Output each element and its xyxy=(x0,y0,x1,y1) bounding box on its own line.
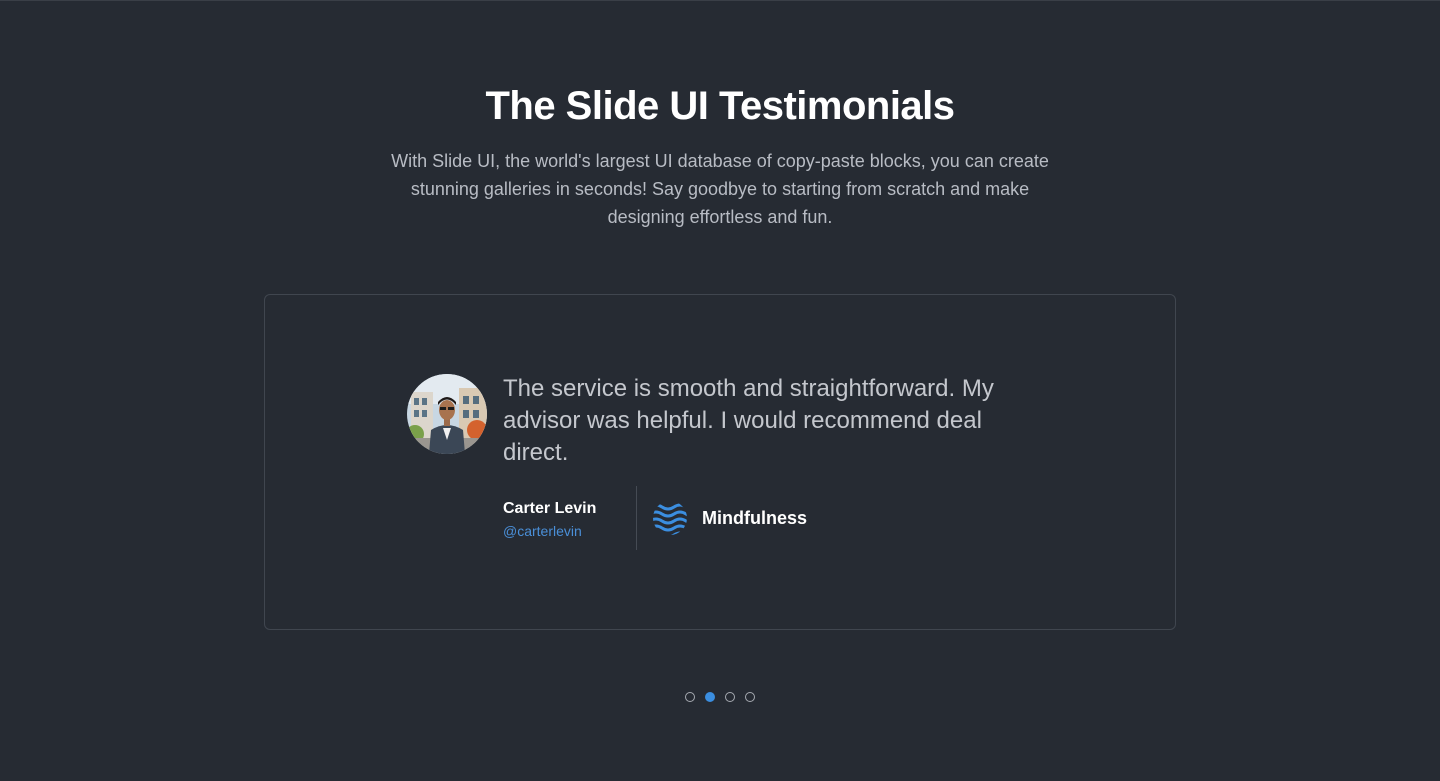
page-subtitle: With Slide UI, the world's largest UI da… xyxy=(391,151,1049,227)
carousel-dot-4[interactable] xyxy=(745,692,755,702)
testimonials-page: The Slide UI Testimonials With Slide UI,… xyxy=(0,0,1440,781)
carousel-dot-2[interactable] xyxy=(705,692,715,702)
author-name: Carter Levin xyxy=(503,500,597,517)
testimonial-card: The service is smooth and straightforwar… xyxy=(264,294,1176,630)
company-name: Mindfulness xyxy=(702,507,808,528)
author-info: Carter Levin @carterlevin xyxy=(503,497,596,541)
author-avatar xyxy=(407,374,487,454)
carousel-dot-3[interactable] xyxy=(725,692,735,702)
author-handle-link[interactable]: @carterlevin xyxy=(503,521,596,541)
carousel-dot-1[interactable] xyxy=(685,692,695,702)
testimonial-quote: The service is smooth and straightforwar… xyxy=(503,375,994,466)
company-info: Mindfulness xyxy=(652,500,807,536)
author-company-divider xyxy=(636,486,637,550)
carousel-pagination xyxy=(0,692,1440,702)
page-title: The Slide UI Testimonials xyxy=(485,84,955,128)
waves-logo-icon xyxy=(653,503,687,535)
